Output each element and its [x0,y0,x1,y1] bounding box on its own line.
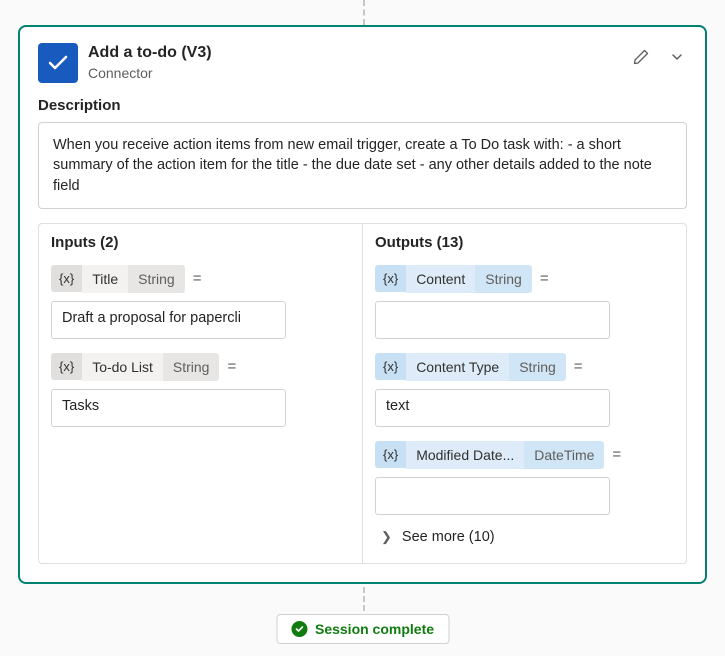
input-param: {x} Title String = Draft a proposal for … [51,265,350,339]
param-value-output[interactable]: text [375,389,610,427]
input-param: {x} To-do List String = Tasks [51,353,350,427]
equals-sign: = [227,358,236,375]
equals-sign: = [612,446,621,463]
card-actions [631,43,687,67]
param-chip[interactable]: {x} Content Type String = [375,353,583,381]
output-param: {x} Modified Date... DateTime = [375,441,674,515]
param-name: Modified Date... [406,441,524,469]
equals-sign: = [574,358,583,375]
param-name: Content [406,265,475,293]
card-title: Add a to-do (V3) [88,43,621,64]
inputs-column: Inputs (2) {x} Title String = Draft a pr… [39,224,363,563]
param-type: String [128,265,185,293]
fx-icon: {x} [51,353,82,380]
param-type: String [475,265,532,293]
param-value-output[interactable] [375,301,610,339]
fx-icon: {x} [375,441,406,468]
see-more-label: See more (10) [402,529,495,545]
card-titles: Add a to-do (V3) Connector [88,43,621,82]
session-label: Session complete [315,621,434,637]
card-header: Add a to-do (V3) Connector [38,43,687,83]
todo-connector-icon [38,43,78,83]
outputs-title: Outputs (13) [375,234,674,251]
param-chip[interactable]: {x} Modified Date... DateTime = [375,441,621,469]
output-param: {x} Content Type String = text [375,353,674,427]
description-text: When you receive action items from new e… [38,122,687,209]
fx-icon: {x} [375,265,406,292]
connector-line-top [363,0,365,25]
chevron-down-icon[interactable] [667,47,687,67]
fx-icon: {x} [51,265,82,292]
chevron-right-icon: ❯ [381,529,392,545]
param-type: String [163,353,220,381]
equals-sign: = [193,270,202,287]
param-name: Content Type [406,353,509,381]
output-param: {x} Content String = [375,265,674,339]
equals-sign: = [540,270,549,287]
param-chip[interactable]: {x} To-do List String = [51,353,236,381]
param-value-input[interactable]: Draft a proposal for papercli [51,301,286,339]
session-complete-badge: Session complete [276,614,449,644]
fx-icon: {x} [375,353,406,380]
param-type: String [509,353,566,381]
card-subtitle: Connector [88,64,621,82]
check-circle-icon [291,621,307,637]
param-value-output[interactable] [375,477,610,515]
param-name: Title [82,265,128,293]
param-chip[interactable]: {x} Content String = [375,265,549,293]
outputs-column: Outputs (13) {x} Content String = {x} Co… [363,224,686,563]
edit-icon[interactable] [631,47,651,67]
see-more-button[interactable]: ❯ See more (10) [381,529,674,545]
param-chip[interactable]: {x} Title String = [51,265,201,293]
param-type: DateTime [524,441,604,469]
io-container: Inputs (2) {x} Title String = Draft a pr… [38,223,687,564]
description-label: Description [38,97,687,114]
param-name: To-do List [82,353,163,381]
param-value-input[interactable]: Tasks [51,389,286,427]
inputs-title: Inputs (2) [51,234,350,251]
action-card: Add a to-do (V3) Connector Description W… [18,25,707,584]
